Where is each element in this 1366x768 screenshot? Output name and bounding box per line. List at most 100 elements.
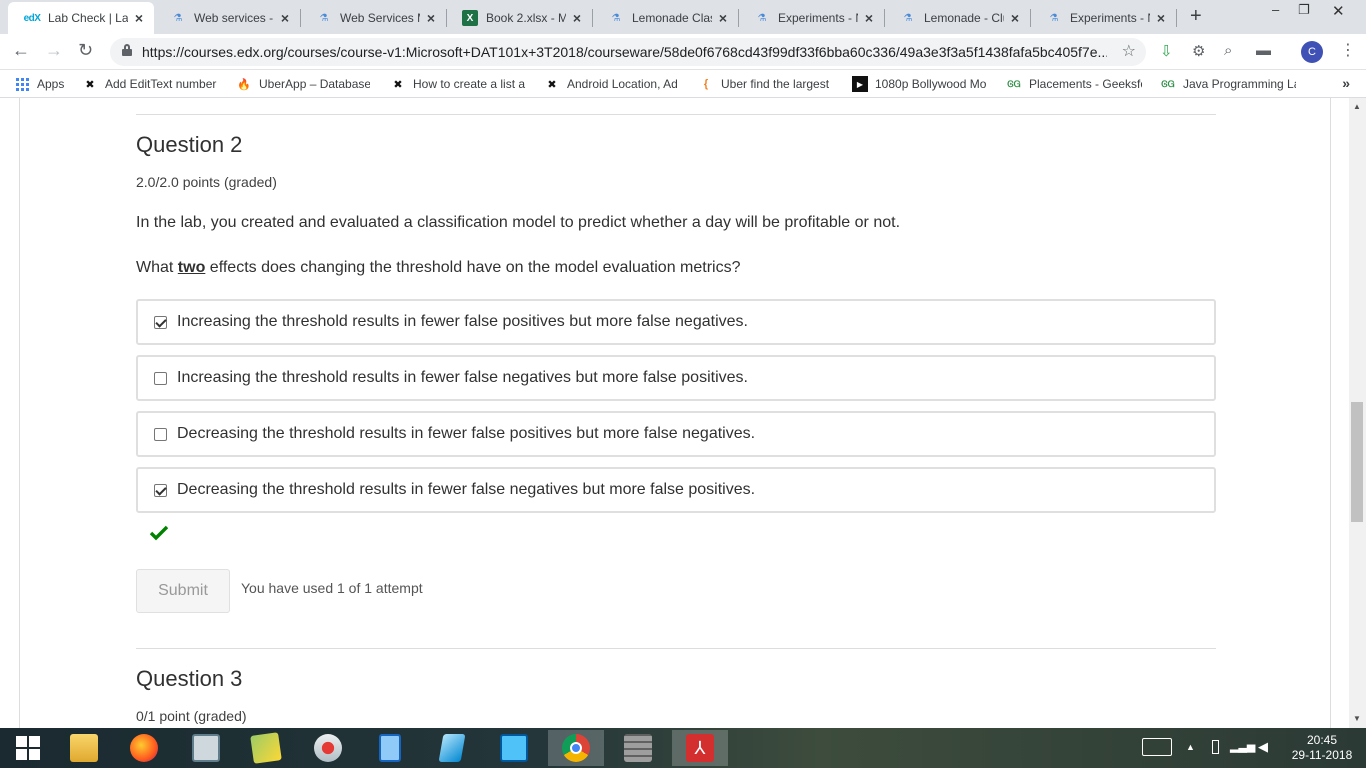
photos-icon bbox=[250, 732, 282, 764]
close-tab-icon[interactable]: × bbox=[278, 10, 292, 26]
checkbox[interactable] bbox=[154, 427, 167, 441]
reload-icon[interactable]: ↻ bbox=[78, 40, 93, 61]
close-tab-icon[interactable]: × bbox=[1008, 10, 1022, 26]
restore-icon[interactable]: ❐ bbox=[1298, 2, 1310, 18]
volume-icon[interactable]: ◀ bbox=[1258, 739, 1268, 755]
taskbar-chrome[interactable] bbox=[548, 730, 604, 766]
menu-dots-icon[interactable]: ⋮ bbox=[1340, 40, 1356, 60]
brick-icon bbox=[624, 734, 652, 762]
more-bookmarks-icon[interactable]: » bbox=[1342, 75, 1350, 91]
bookmark-item[interactable]: ✖ Android Location, Ad bbox=[544, 76, 680, 92]
answer-option[interactable]: Increasing the threshold results in fewe… bbox=[136, 355, 1216, 401]
bookmark-item[interactable]: ᎶᏀ Java Programming La bbox=[1160, 76, 1296, 92]
checkbox[interactable] bbox=[154, 483, 167, 497]
scroll-down-icon[interactable]: ▼ bbox=[1353, 714, 1361, 723]
close-tab-icon[interactable]: × bbox=[570, 10, 584, 26]
start-button[interactable] bbox=[0, 730, 56, 766]
excel-icon: X bbox=[462, 10, 478, 26]
answer-option[interactable]: Decreasing the threshold results in fewe… bbox=[136, 411, 1216, 457]
browser-tab[interactable]: ⚗ Web services - × bbox=[154, 2, 300, 34]
browser-tab[interactable]: ⚗ Experiments - N × bbox=[1030, 2, 1176, 34]
taskbar-calculator[interactable] bbox=[362, 730, 418, 766]
taskbar-explorer[interactable] bbox=[56, 730, 112, 766]
bookmark-apps[interactable]: Apps bbox=[14, 76, 64, 92]
tab-title: Web Services M bbox=[340, 11, 420, 25]
x-icon: ✖ bbox=[547, 78, 557, 91]
question-title: Question 3 bbox=[136, 666, 243, 691]
close-tab-icon[interactable]: × bbox=[716, 10, 730, 26]
browser-tab[interactable]: ⚗ Web Services M × bbox=[300, 2, 446, 34]
show-hidden-icon[interactable]: ▲ bbox=[1186, 742, 1195, 752]
taskbar-acrobat[interactable]: ⅄ bbox=[672, 730, 728, 766]
bookmark-item[interactable]: { Uber find the largest bbox=[698, 76, 834, 92]
chrome-icon bbox=[562, 734, 590, 762]
taskbar-notepad[interactable] bbox=[424, 730, 480, 766]
close-tab-icon[interactable]: × bbox=[424, 10, 438, 26]
signal-icon[interactable]: ▂▃▅ bbox=[1230, 740, 1255, 753]
tab-title: Book 2.xlsx - M bbox=[486, 11, 566, 25]
tab-strip: edX Lab Check | Lab × ⚗ Web services - ×… bbox=[0, 0, 1366, 34]
close-tab-icon[interactable]: × bbox=[862, 10, 876, 26]
profile-avatar[interactable]: C bbox=[1301, 41, 1323, 63]
close-tab-icon[interactable]: × bbox=[132, 10, 146, 26]
taskbar-firefox[interactable] bbox=[116, 730, 172, 766]
checkbox[interactable] bbox=[154, 371, 167, 385]
bookmark-item[interactable]: ᎶᏀ Placements - Geeksfo bbox=[1006, 76, 1142, 92]
browser-tab[interactable]: ⚗ Lemonade Clas × bbox=[592, 2, 738, 34]
scrollbar-thumb[interactable] bbox=[1351, 402, 1363, 522]
browser-tab[interactable]: ⚗ Experiments - N × bbox=[738, 2, 884, 34]
bookmark-item[interactable]: ✖ How to create a list a bbox=[390, 76, 526, 92]
new-tab-icon[interactable]: + bbox=[1190, 5, 1202, 28]
taskbar-monitor[interactable] bbox=[178, 730, 234, 766]
firefox-icon bbox=[130, 734, 158, 762]
scrollbar[interactable]: ▲ ▼ bbox=[1349, 98, 1366, 728]
browser-toolbar: ← → ↻ https://courses.edx.org/courses/co… bbox=[0, 34, 1366, 70]
option-label: Decreasing the threshold results in fewe… bbox=[177, 425, 756, 442]
taskbar-photos[interactable] bbox=[238, 730, 294, 766]
calculator-icon bbox=[379, 734, 401, 762]
content-border bbox=[1330, 98, 1331, 728]
browser-tab[interactable]: ⚗ Lemonade - Clu × bbox=[884, 2, 1030, 34]
submit-button[interactable]: Submit bbox=[136, 569, 230, 613]
checkbox[interactable] bbox=[154, 315, 167, 329]
divider bbox=[136, 648, 1216, 649]
bookmark-star-icon[interactable]: ☆ bbox=[1122, 41, 1136, 61]
extension-inbox-icon[interactable]: ⇩ bbox=[1160, 42, 1173, 60]
browser-tab[interactable]: X Book 2.xlsx - M × bbox=[446, 2, 592, 34]
bookmark-item[interactable]: ▶ 1080p Bollywood Mo bbox=[852, 76, 988, 92]
browser-tab[interactable]: edX Lab Check | Lab × bbox=[8, 2, 154, 34]
answer-option[interactable]: Decreasing the threshold results in fewe… bbox=[136, 467, 1216, 513]
bookmarks-bar: Apps ✖ Add EditText number 🔥 UberApp – D… bbox=[0, 70, 1366, 98]
taskbar-control-panel[interactable] bbox=[486, 730, 542, 766]
option-label: Decreasing the threshold results in fewe… bbox=[177, 481, 756, 498]
answer-option[interactable]: Increasing the threshold results in fewe… bbox=[136, 299, 1216, 345]
prompt-text: effects does changing the threshold have… bbox=[205, 259, 741, 276]
bookmark-item[interactable]: ✖ Add EditText number bbox=[82, 76, 218, 92]
tab-title: Lemonade Clas bbox=[632, 11, 712, 25]
close-window-icon[interactable]: ✕ bbox=[1332, 2, 1345, 20]
gfg-icon: ᎶᏀ bbox=[1007, 78, 1021, 89]
extension-bike-icon[interactable]: ⚙ bbox=[1192, 42, 1205, 60]
back-icon[interactable]: ← bbox=[12, 40, 30, 61]
close-tab-icon[interactable]: × bbox=[1154, 10, 1168, 26]
bookmark-label: UberApp – Database bbox=[259, 77, 370, 91]
clock[interactable]: 20:45 29-11-2018 bbox=[1284, 733, 1360, 763]
tab-title: Web services - bbox=[194, 11, 274, 25]
flask-icon: ⚗ bbox=[1049, 12, 1059, 24]
keyboard-icon[interactable] bbox=[1142, 738, 1172, 756]
scissors-icon bbox=[314, 734, 342, 762]
page-content: Question 2 2.0/2.0 points (graded) In th… bbox=[0, 98, 1366, 728]
address-bar[interactable]: https://courses.edx.org/courses/course-v… bbox=[110, 38, 1146, 66]
forward-icon[interactable]: → bbox=[45, 40, 63, 61]
scroll-up-icon[interactable]: ▲ bbox=[1353, 102, 1361, 111]
extension-grey-icon[interactable]: ▬ bbox=[1256, 42, 1271, 59]
taskbar-firewall[interactable] bbox=[610, 730, 666, 766]
taskbar-snipping[interactable] bbox=[300, 730, 356, 766]
tab-title: Experiments - N bbox=[778, 11, 858, 25]
url-text: https://courses.edx.org/courses/course-v… bbox=[142, 44, 1107, 60]
option-label: Increasing the threshold results in fewe… bbox=[177, 313, 748, 330]
battery-icon[interactable] bbox=[1212, 740, 1219, 754]
search-icon[interactable]: ⌕ bbox=[1224, 42, 1232, 59]
minimize-icon[interactable]: – bbox=[1272, 2, 1279, 17]
bookmark-item[interactable]: 🔥 UberApp – Database bbox=[236, 76, 370, 92]
